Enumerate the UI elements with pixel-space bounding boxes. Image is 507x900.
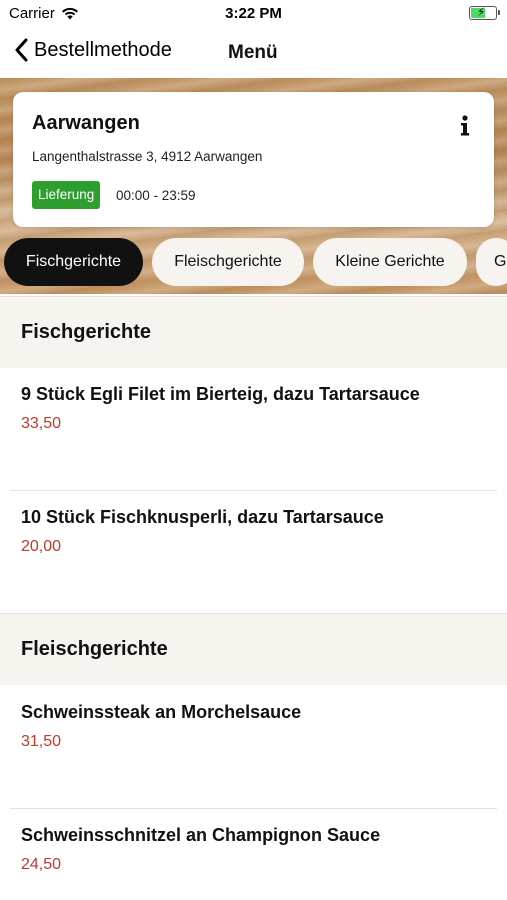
- item-name: 9 Stück Egli Filet im Bierteig, dazu Tar…: [21, 384, 420, 404]
- chip-fleischgerichte[interactable]: Fleischgerichte: [152, 238, 304, 286]
- item-price: 20,00: [21, 538, 62, 555]
- menu-item[interactable]: 10 Stück Fischknusperli, dazu Tartarsauc…: [0, 491, 507, 612]
- restaurant-address: Langenthalstrasse 3, 4912 Aarwangen: [32, 149, 263, 164]
- section-header-fleischgerichte: Fleischgerichte: [0, 613, 507, 685]
- status-time: 3:22 PM: [225, 5, 282, 22]
- back-button-label: Bestellmethode: [34, 38, 172, 61]
- item-price: 33,50: [21, 415, 62, 432]
- menu-item[interactable]: Schweinssteak an Morchelsauce 31,50: [0, 686, 507, 808]
- chip-more[interactable]: G: [476, 238, 507, 286]
- item-name: Schweinssteak an Morchelsauce: [21, 702, 302, 722]
- navigation-bar: Bestellmethode Menü: [0, 28, 507, 78]
- chip-fischgerichte[interactable]: Fischgerichte: [4, 238, 143, 286]
- delivery-badge: Lieferung: [32, 181, 101, 209]
- charging-bolt-icon: ⚡: [477, 5, 486, 19]
- status-bar: Carrier 3:22 PM ⚡: [0, 0, 507, 28]
- back-button[interactable]: Bestellmethode: [14, 38, 172, 62]
- item-price: 24,50: [21, 856, 62, 873]
- restaurant-card: Aarwangen Langenthalstrasse 3, 4912 Aarw…: [13, 92, 494, 227]
- item-name: 10 Stück Fischknusperli, dazu Tartarsauc…: [21, 507, 384, 527]
- menu-screen: Carrier 3:22 PM ⚡ Bestellmethode Menü Aa…: [0, 0, 507, 900]
- section-header-fischgerichte: Fischgerichte: [0, 296, 507, 368]
- page-title: Menü: [228, 42, 278, 63]
- category-chips: Fischgerichte Fleischgerichte Kleine Ger…: [0, 238, 507, 286]
- section-title: Fischgerichte: [21, 321, 152, 343]
- chip-kleine-gerichte[interactable]: Kleine Gerichte: [313, 238, 467, 286]
- battery-icon: ⚡: [469, 5, 500, 20]
- restaurant-name: Aarwangen: [32, 112, 140, 134]
- item-price: 31,50: [21, 733, 62, 750]
- section-title: Fleischgerichte: [21, 638, 168, 660]
- menu-item[interactable]: Schweinsschnitzel an Champignon Sauce 24…: [0, 809, 507, 900]
- info-icon[interactable]: [458, 114, 472, 138]
- hero-banner: Aarwangen Langenthalstrasse 3, 4912 Aarw…: [0, 78, 507, 294]
- item-name: Schweinsschnitzel an Champignon Sauce: [21, 825, 381, 845]
- opening-hours: 00:00 - 23:59: [116, 188, 196, 203]
- menu-item[interactable]: 9 Stück Egli Filet im Bierteig, dazu Tar…: [0, 368, 507, 490]
- chevron-left-icon: [15, 38, 28, 62]
